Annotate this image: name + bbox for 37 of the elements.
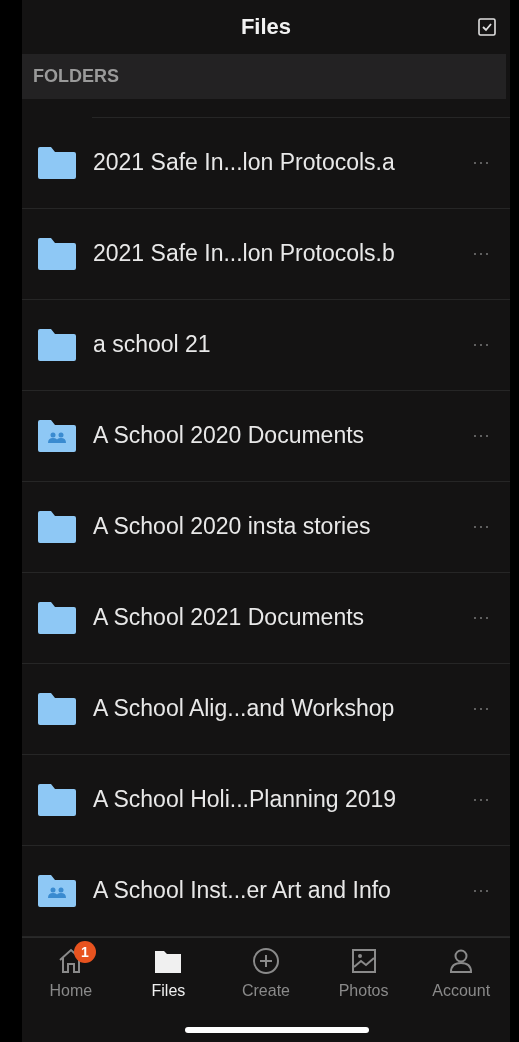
folder-name[interactable]: A School 2020 insta stories [93, 513, 464, 541]
shared-folder-icon [36, 417, 78, 454]
folder-icon [36, 781, 78, 818]
more-button[interactable]: ··· [464, 789, 510, 811]
folder-name[interactable]: A School Alig...and Workshop [93, 695, 464, 723]
shared-folder-icon [36, 872, 78, 909]
more-button[interactable]: ··· [464, 607, 510, 629]
notification-badge: 1 [74, 940, 96, 963]
folder-name[interactable]: a school 21 [93, 331, 464, 359]
more-button[interactable]: ··· [464, 152, 510, 174]
folder-icon [36, 599, 78, 636]
plus-icon [251, 945, 281, 976]
folder-name[interactable]: 2021 Safe In...lon Protocols.b [93, 240, 464, 268]
folder-icon [36, 235, 78, 272]
more-button[interactable]: ··· [464, 880, 510, 902]
folder-name[interactable]: 2021 Safe In...lon Protocols.a [93, 149, 464, 177]
folder-icon [36, 508, 78, 545]
more-button[interactable]: ··· [464, 243, 510, 265]
folder-name[interactable]: A School Holi...Planning 2019 [93, 786, 464, 814]
more-button[interactable]: ··· [464, 425, 510, 447]
tab[interactable]: Home 1 [22, 939, 120, 1000]
more-button[interactable]: ··· [464, 516, 510, 538]
folder-name[interactable]: A School 2020 Documents [93, 422, 464, 450]
tab[interactable]: Create [217, 939, 315, 1000]
tab[interactable]: Files [119, 939, 218, 1000]
more-button[interactable]: ··· [464, 334, 510, 356]
more-button[interactable]: ··· [464, 698, 510, 720]
screen-title: Files [240, 14, 292, 41]
folder-icon [36, 144, 78, 181]
folder-name[interactable]: A School 2021 Documents [93, 604, 464, 632]
section-title: FOLDERS [33, 65, 119, 87]
tab[interactable]: Photos [314, 939, 413, 1000]
folder-name[interactable]: A School Inst...er Art and Info [93, 877, 464, 905]
checkbox-icon[interactable] [478, 18, 496, 36]
folder-icon [36, 690, 78, 727]
tab[interactable]: Account [412, 939, 510, 1000]
folder-icon [36, 326, 78, 363]
